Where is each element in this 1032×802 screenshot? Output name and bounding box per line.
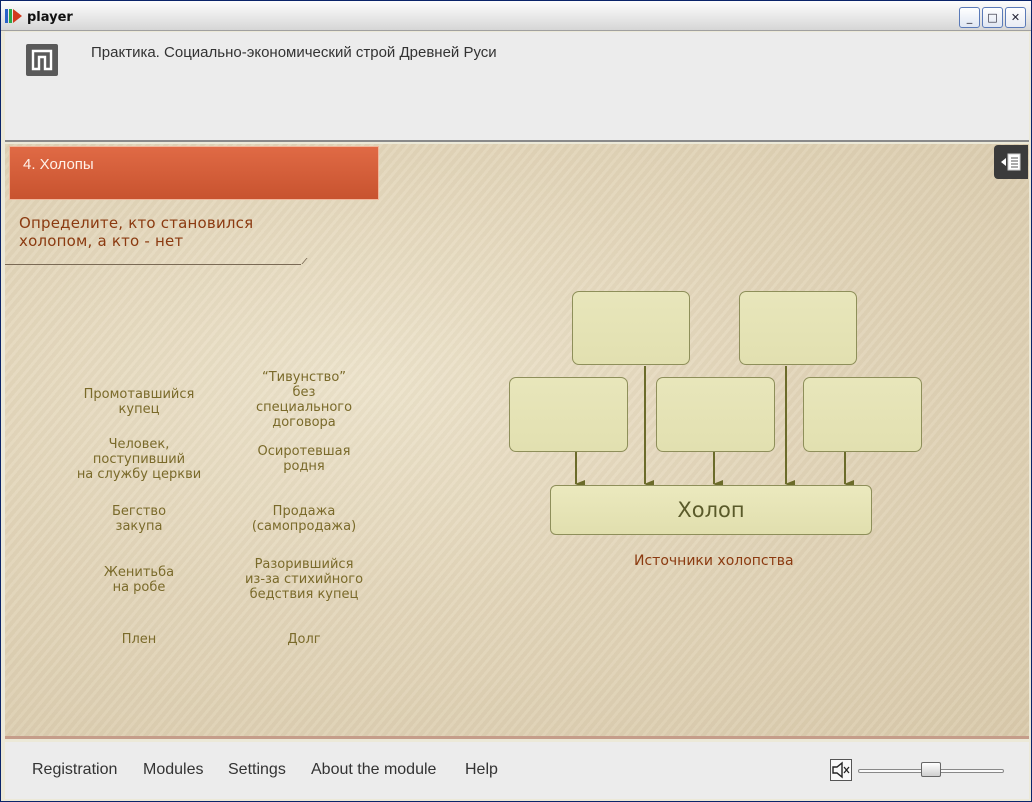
close-button[interactable]: ✕ — [1005, 7, 1026, 28]
drop-slot[interactable] — [739, 291, 857, 365]
result-box: Холоп — [550, 485, 872, 535]
title-bar[interactable]: player _ □ ✕ — [1, 1, 1031, 31]
drop-slot[interactable] — [509, 377, 628, 452]
pi-logo-icon — [26, 44, 58, 76]
speaker-muted-icon[interactable] — [830, 759, 852, 781]
drop-slot[interactable] — [572, 291, 690, 365]
volume-slider-thumb[interactable] — [921, 762, 941, 777]
app-icon — [5, 9, 23, 23]
nav-about-module[interactable]: About the module — [311, 761, 436, 779]
minimize-button[interactable]: _ — [959, 7, 980, 28]
maximize-button[interactable]: □ — [982, 7, 1003, 28]
diagram-caption: Источники холопства — [634, 553, 794, 569]
nav-help[interactable]: Help — [465, 761, 498, 779]
footer-bar: Registration Modules Settings About the … — [5, 742, 1029, 799]
drop-slot[interactable] — [803, 377, 922, 452]
nav-settings[interactable]: Settings — [228, 761, 286, 779]
nav-modules[interactable]: Modules — [143, 761, 203, 779]
window-title: player — [27, 10, 73, 25]
drop-slot[interactable] — [656, 377, 775, 452]
module-title: Практика. Социально-экономический строй … — [91, 44, 497, 61]
player-window: player _ □ ✕ Практика. Социально-экономи… — [0, 0, 1032, 802]
nav-registration[interactable]: Registration — [32, 761, 117, 779]
exercise-stage: 4. Холопы Определите, кто становился хол… — [5, 144, 1029, 739]
module-header: Практика. Социально-экономический строй … — [5, 32, 1029, 142]
